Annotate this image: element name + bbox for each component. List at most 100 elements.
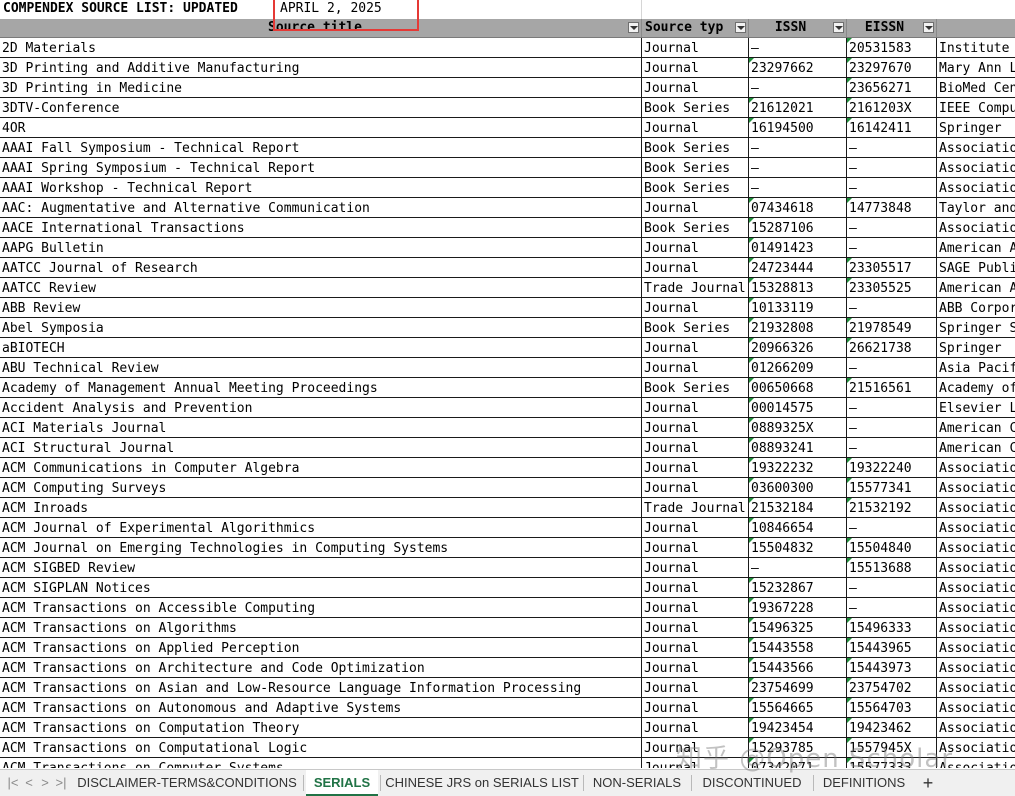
cell-publisher[interactable]: Academy of xyxy=(937,378,1015,397)
cell-issn[interactable]: 0889325X xyxy=(749,418,847,437)
cell-issn[interactable]: 23297662 xyxy=(749,58,847,77)
cell-source-title[interactable]: 3D Printing in Medicine xyxy=(0,78,642,97)
cell-publisher[interactable]: Associatio xyxy=(937,658,1015,677)
cell-publisher[interactable]: Associatio xyxy=(937,558,1015,577)
cell-publisher[interactable]: American A xyxy=(937,238,1015,257)
cell-publisher[interactable]: Springer S xyxy=(937,318,1015,337)
header-publisher[interactable] xyxy=(937,19,1015,37)
cell-issn[interactable]: 24723444 xyxy=(749,258,847,277)
cell-eissn[interactable]: 23297670 xyxy=(847,58,937,77)
cell-publisher[interactable]: Associatio xyxy=(937,138,1015,157)
cell-publisher[interactable]: Asia Pacif xyxy=(937,358,1015,377)
cell-source-type[interactable]: Journal xyxy=(642,338,749,357)
cell-publisher[interactable]: Associatio xyxy=(937,218,1015,237)
cell-publisher[interactable]: Associatio xyxy=(937,158,1015,177)
cell-issn[interactable]: 15496325 xyxy=(749,618,847,637)
cell-source-title[interactable]: Abel Symposia xyxy=(0,318,642,337)
cell-source-type[interactable]: Journal xyxy=(642,358,749,377)
cell-source-type[interactable]: Journal xyxy=(642,538,749,557)
cell-source-title[interactable]: Accident Analysis and Prevention xyxy=(0,398,642,417)
cell-eissn[interactable]: – xyxy=(847,238,937,257)
cell-source-title[interactable]: 2D Materials xyxy=(0,38,642,57)
cell-publisher[interactable]: Associatio xyxy=(937,738,1015,757)
cell-source-type[interactable]: Journal xyxy=(642,58,749,77)
cell-issn[interactable]: – xyxy=(749,138,847,157)
cell-eissn[interactable]: – xyxy=(847,138,937,157)
cell-source-type[interactable]: Journal xyxy=(642,478,749,497)
cell-source-title[interactable]: AATCC Review xyxy=(0,278,642,297)
cell-source-type[interactable]: Journal xyxy=(642,698,749,717)
cell-eissn[interactable]: 21532192 xyxy=(847,498,937,517)
filter-dropdown-icon[interactable] xyxy=(923,22,934,33)
cell-eissn[interactable]: – xyxy=(847,578,937,597)
add-sheet-button[interactable]: + xyxy=(918,770,938,796)
cell-issn[interactable]: 03600300 xyxy=(749,478,847,497)
cell-publisher[interactable]: American A xyxy=(937,278,1015,297)
cell-eissn[interactable]: 23754702 xyxy=(847,678,937,697)
cell-publisher[interactable]: Springer xyxy=(937,338,1015,357)
cell-eissn[interactable]: 19423462 xyxy=(847,718,937,737)
cell-source-type[interactable]: Book Series xyxy=(642,318,749,337)
cell-publisher[interactable]: Associatio xyxy=(937,498,1015,517)
cell-eissn[interactable]: 23305517 xyxy=(847,258,937,277)
cell-source-title[interactable]: AAAI Workshop - Technical Report xyxy=(0,178,642,197)
cell-issn[interactable]: 15504832 xyxy=(749,538,847,557)
cell-issn[interactable]: 07434618 xyxy=(749,198,847,217)
cell-source-type[interactable]: Journal xyxy=(642,258,749,277)
next-sheet-icon[interactable]: > xyxy=(38,773,52,793)
cell-eissn[interactable]: – xyxy=(847,598,937,617)
cell-issn[interactable]: – xyxy=(749,38,847,57)
cell-eissn[interactable]: – xyxy=(847,418,937,437)
header-eissn[interactable]: EISSN xyxy=(847,19,937,37)
cell-source-type[interactable]: Journal xyxy=(642,78,749,97)
cell-source-title[interactable]: AAAI Fall Symposium - Technical Report xyxy=(0,138,642,157)
cell-issn[interactable]: – xyxy=(749,178,847,197)
cell-source-type[interactable]: Book Series xyxy=(642,138,749,157)
cell-publisher[interactable]: Associatio xyxy=(937,518,1015,537)
cell-eissn[interactable]: – xyxy=(847,518,937,537)
cell-source-type[interactable]: Journal xyxy=(642,398,749,417)
first-sheet-icon[interactable]: |< xyxy=(6,773,20,793)
cell-eissn[interactable]: 23656271 xyxy=(847,78,937,97)
cell-eissn[interactable]: 15577333 xyxy=(847,758,937,768)
cell-source-title[interactable]: ACM SIGBED Review xyxy=(0,558,642,577)
cell-source-title[interactable]: ACM Transactions on Applied Perception xyxy=(0,638,642,657)
filter-dropdown-icon[interactable] xyxy=(735,22,746,33)
cell-source-type[interactable]: Book Series xyxy=(642,158,749,177)
cell-source-type[interactable]: Journal xyxy=(642,38,749,57)
cell-source-title[interactable]: ACM Transactions on Asian and Low-Resour… xyxy=(0,678,642,697)
cell-source-type[interactable]: Journal xyxy=(642,198,749,217)
cell-source-title[interactable]: AACE International Transactions xyxy=(0,218,642,237)
cell-source-title[interactable]: ABB Review xyxy=(0,298,642,317)
cell-publisher[interactable]: Elsevier L xyxy=(937,398,1015,417)
cell-source-title[interactable]: 3DTV-Conference xyxy=(0,98,642,117)
cell-issn[interactable]: 15564665 xyxy=(749,698,847,717)
filter-dropdown-icon[interactable] xyxy=(833,22,844,33)
cell-eissn[interactable]: – xyxy=(847,298,937,317)
cell-source-type[interactable]: Book Series xyxy=(642,218,749,237)
cell-source-title[interactable]: ACM Transactions on Algorithms xyxy=(0,618,642,637)
cell-publisher[interactable]: Associatio xyxy=(937,458,1015,477)
cell-issn[interactable]: 21932808 xyxy=(749,318,847,337)
cell-source-title[interactable]: ACM Transactions on Autonomous and Adapt… xyxy=(0,698,642,717)
cell-source-type[interactable]: Journal xyxy=(642,118,749,137)
cell-issn[interactable]: 00014575 xyxy=(749,398,847,417)
cell-publisher[interactable]: BioMed Cen xyxy=(937,78,1015,97)
cell-issn[interactable]: – xyxy=(749,558,847,577)
cell-issn[interactable]: 10133119 xyxy=(749,298,847,317)
cell-source-title[interactable]: ABU Technical Review xyxy=(0,358,642,377)
cell-eissn[interactable]: 21516561 xyxy=(847,378,937,397)
tab-discontinued[interactable]: DISCONTINUED xyxy=(692,770,812,796)
cell-eissn[interactable]: – xyxy=(847,218,937,237)
cell-eissn[interactable]: 1557945X xyxy=(847,738,937,757)
cell-publisher[interactable]: Associatio xyxy=(937,578,1015,597)
cell-eissn[interactable]: 16142411 xyxy=(847,118,937,137)
cell-eissn[interactable]: 26621738 xyxy=(847,338,937,357)
cell-source-title[interactable]: aBIOTECH xyxy=(0,338,642,357)
cell-issn[interactable]: 19423454 xyxy=(749,718,847,737)
cell-issn[interactable]: 21532184 xyxy=(749,498,847,517)
cell-source-title[interactable]: Academy of Management Annual Meeting Pro… xyxy=(0,378,642,397)
cell-source-title[interactable]: ACI Structural Journal xyxy=(0,438,642,457)
cell-publisher[interactable]: American C xyxy=(937,438,1015,457)
cell-source-title[interactable]: ACI Materials Journal xyxy=(0,418,642,437)
